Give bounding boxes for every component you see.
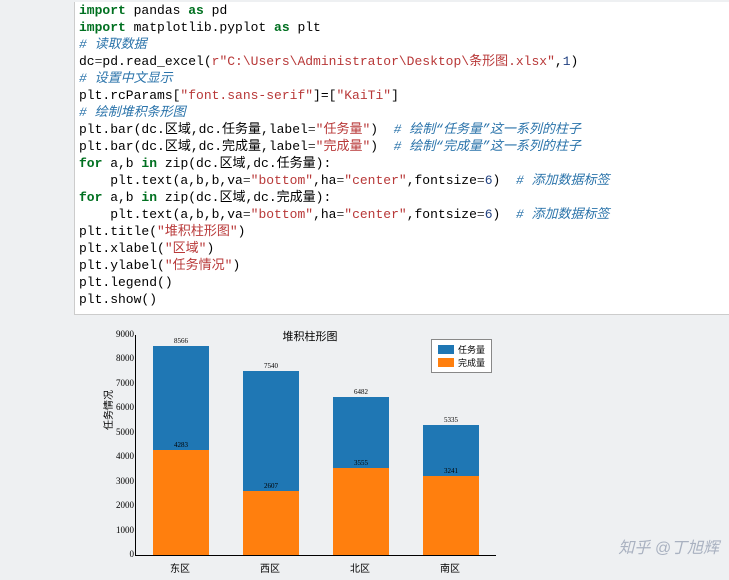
data-label-done: 4283 <box>153 441 209 449</box>
y-tick: 7000 <box>116 378 134 388</box>
y-axis-label: 任务情况 <box>100 390 115 430</box>
chart: 堆积柱形图 任务情况 任务量 完成量 856642837540260764823… <box>80 320 540 578</box>
y-tick: 2000 <box>116 500 134 510</box>
legend: 任务量 完成量 <box>431 339 492 373</box>
page: import pandas as pd import matplotlib.py… <box>0 0 729 580</box>
legend-swatch-task <box>438 345 454 354</box>
x-tick: 南区 <box>420 560 480 575</box>
x-tick: 东区 <box>150 560 210 575</box>
x-tick: 西区 <box>240 560 300 575</box>
data-label-task: 5335 <box>423 416 479 424</box>
axes: 任务量 完成量 8566 4283 7540 2607 6482 3555 5335 3241 <box>135 335 496 556</box>
y-tick: 8000 <box>116 353 134 363</box>
bar-done <box>423 476 479 555</box>
y-tick: 3000 <box>116 476 134 486</box>
x-tick: 北区 <box>330 560 390 575</box>
bar-南区 <box>423 425 479 555</box>
bar-北区 <box>333 397 389 555</box>
y-tick: 0 <box>116 549 134 559</box>
legend-label-done: 完成量 <box>458 356 485 369</box>
bar-西区 <box>243 371 299 555</box>
code-block: import pandas as pd import matplotlib.py… <box>74 2 729 315</box>
y-tick: 9000 <box>116 329 134 339</box>
legend-swatch-done <box>438 358 454 367</box>
bar-done <box>243 491 299 555</box>
data-label-task: 7540 <box>243 362 299 370</box>
bar-done <box>153 450 209 555</box>
data-label-done: 3555 <box>333 459 389 467</box>
code-text: import pandas as pd import matplotlib.py… <box>79 2 721 308</box>
watermark: 知乎 @丁旭辉 <box>618 534 719 558</box>
data-label-task: 8566 <box>153 337 209 345</box>
data-label-done: 2607 <box>243 482 299 490</box>
y-tick: 1000 <box>116 525 134 535</box>
y-tick: 5000 <box>116 427 134 437</box>
bar-东区 <box>153 346 209 555</box>
legend-label-task: 任务量 <box>458 343 485 356</box>
bar-done <box>333 468 389 555</box>
y-tick: 6000 <box>116 402 134 412</box>
data-label-done: 3241 <box>423 467 479 475</box>
data-label-task: 6482 <box>333 388 389 396</box>
y-tick: 4000 <box>116 451 134 461</box>
